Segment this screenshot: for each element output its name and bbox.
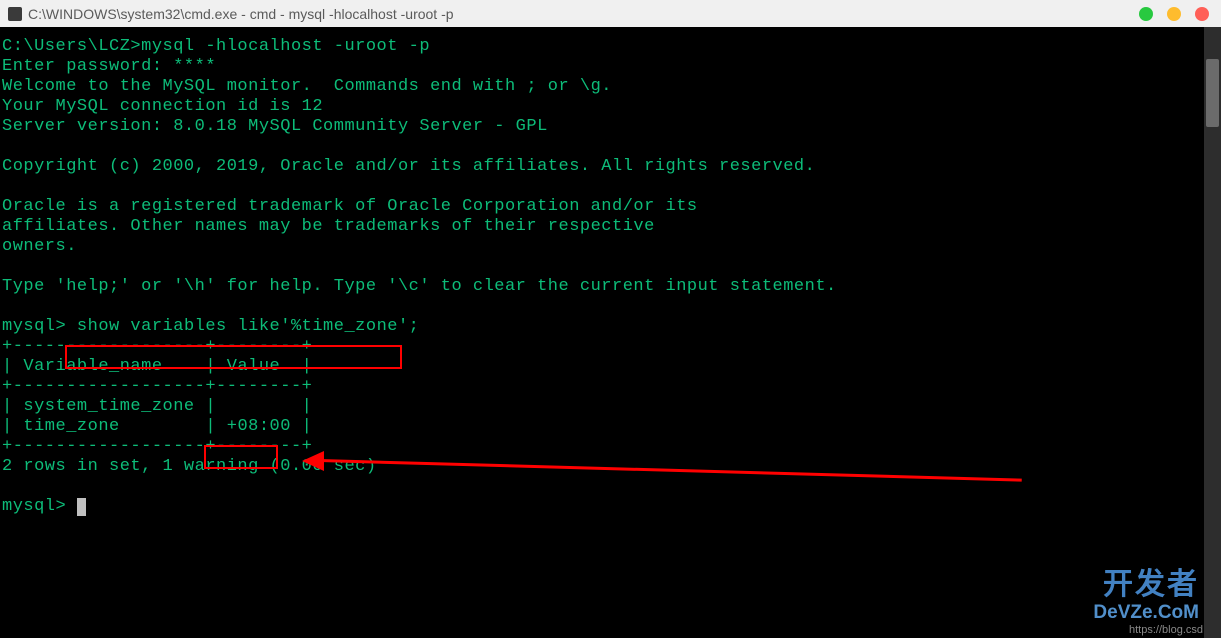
cmd-icon <box>8 7 22 21</box>
mysql-prompt-1: mysql> <box>2 317 77 336</box>
copyright-line: Copyright (c) 2000, 2019, Oracle and/or … <box>2 157 815 176</box>
table-row-2-value: +08:00 <box>227 417 291 436</box>
result-line: 2 rows in set, 1 warning (0.00 sec) <box>2 457 377 476</box>
window-title: C:\WINDOWS\system32\cmd.exe - cmd - mysq… <box>28 6 454 22</box>
trademark-line-3: owners. <box>2 237 77 256</box>
watermark-chinese: 开发者 <box>1103 559 1199 603</box>
vertical-scrollbar[interactable] <box>1204 27 1221 638</box>
help-line: Type 'help;' or '\h' for help. Type '\c'… <box>2 277 837 296</box>
watermark-english: DeVZe.CoM <box>1093 602 1199 624</box>
cmd-prompt-line: C:\Users\LCZ>mysql -hlocalhost -uroot -p <box>2 37 430 56</box>
terminal-cursor <box>77 498 86 516</box>
close-button[interactable] <box>1195 7 1209 21</box>
window-controls <box>1139 7 1209 21</box>
trademark-line-2: affiliates. Other names may be trademark… <box>2 217 655 236</box>
welcome-line: Welcome to the MySQL monitor. Commands e… <box>2 77 612 96</box>
watermark-url: https://blog.csd <box>1129 624 1203 636</box>
window-titlebar: C:\WINDOWS\system32\cmd.exe - cmd - mysq… <box>0 0 1221 27</box>
server-version-line: Server version: 8.0.18 MySQL Community S… <box>2 117 548 136</box>
connection-id-line: Your MySQL connection id is 12 <box>2 97 323 116</box>
table-border: +------------------+--------+ <box>2 337 312 356</box>
table-border: +------------------+--------+ <box>2 437 312 456</box>
sql-command: show variables like'%time_zone'; <box>77 317 419 336</box>
trademark-line-1: Oracle is a registered trademark of Orac… <box>2 197 698 216</box>
terminal-output[interactable]: C:\Users\LCZ>mysql -hlocalhost -uroot -p… <box>0 27 1221 638</box>
table-border: +------------------+--------+ <box>2 377 312 396</box>
table-row-1: | system_time_zone | | <box>2 397 312 416</box>
password-line: Enter password: **** <box>2 57 216 76</box>
maximize-button[interactable] <box>1167 7 1181 21</box>
table-header: | Variable_name | Value | <box>2 357 312 376</box>
mysql-prompt-2: mysql> <box>2 497 77 516</box>
minimize-button[interactable] <box>1139 7 1153 21</box>
scrollbar-thumb[interactable] <box>1206 59 1219 127</box>
table-row-2-var: | time_zone | <box>2 417 227 436</box>
